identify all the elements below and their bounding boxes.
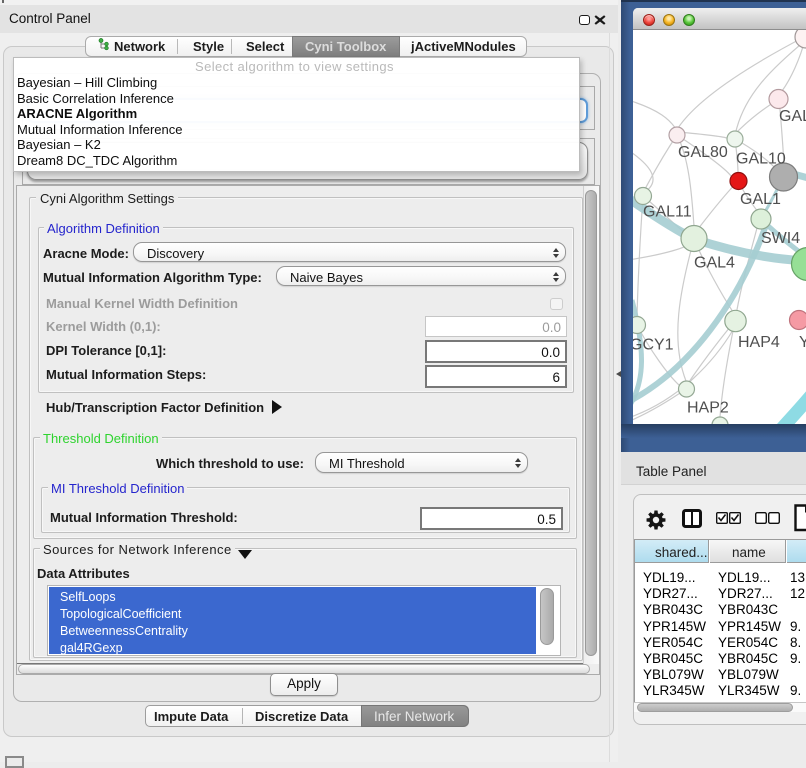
svg-text:HAP2: HAP2 <box>687 400 729 417</box>
svg-text:SWI4: SWI4 <box>761 230 800 247</box>
svg-text:GAL10: GAL10 <box>736 151 786 168</box>
svg-text:GAL7: GAL7 <box>779 108 806 125</box>
svg-text:GAL80: GAL80 <box>678 144 728 161</box>
svg-text:HAP4: HAP4 <box>738 334 780 351</box>
svg-text:GAL11: GAL11 <box>643 204 692 221</box>
svg-text:GCY1: GCY1 <box>633 337 674 354</box>
svg-text:GAL1: GAL1 <box>740 191 781 208</box>
svg-text:GAL4: GAL4 <box>694 255 735 272</box>
svg-text:YM: YM <box>799 334 806 351</box>
